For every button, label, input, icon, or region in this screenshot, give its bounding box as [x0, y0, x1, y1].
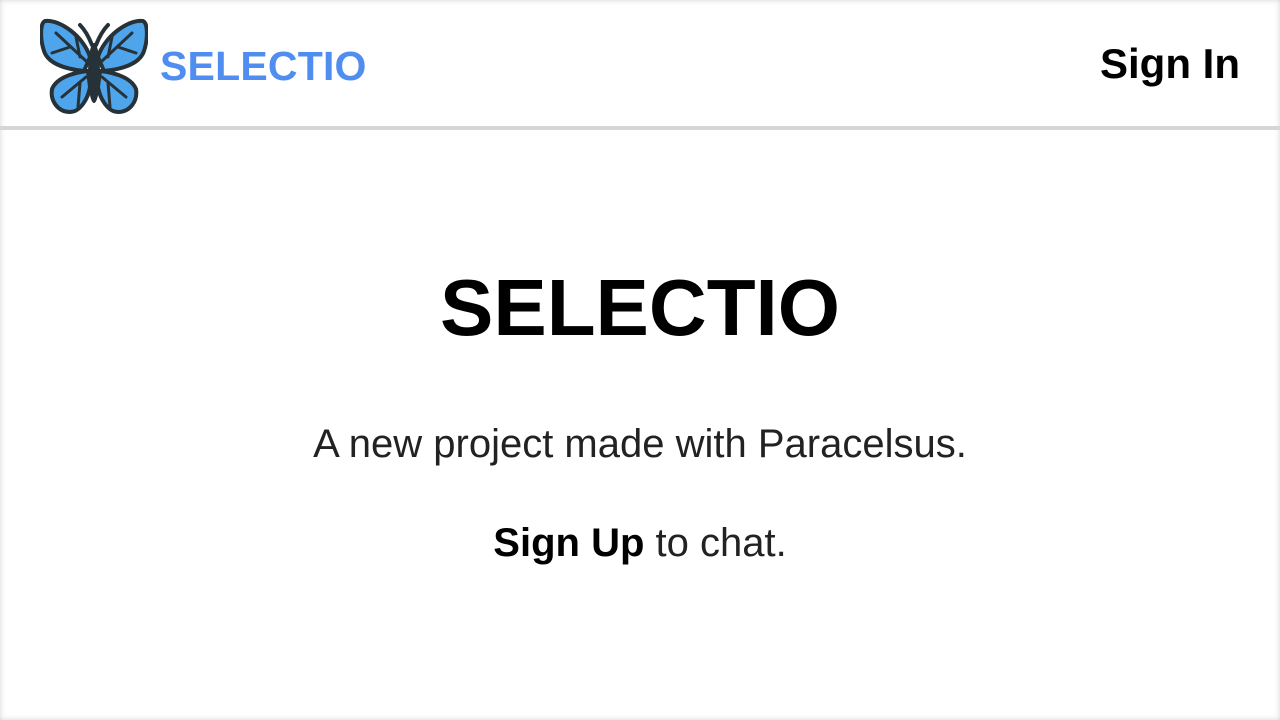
top-navbar: SELECTIO Sign In: [0, 0, 1280, 130]
signup-prompt: Sign Up to chat.: [0, 519, 1280, 567]
butterfly-icon: [40, 18, 148, 114]
sign-up-link[interactable]: Sign Up: [493, 521, 644, 565]
brand-home-link[interactable]: SELECTIO: [40, 17, 367, 115]
page-title: SELECTIO: [439, 263, 841, 352]
tagline: A new project made with Paracelsus.: [313, 422, 967, 466]
brand-name: SELECTIO: [160, 42, 367, 89]
sign-in-link[interactable]: Sign In: [1100, 40, 1240, 88]
signup-suffix: to chat.: [644, 521, 787, 565]
page: SELECTIO Sign In SELECTIO A new project …: [0, 0, 1280, 720]
